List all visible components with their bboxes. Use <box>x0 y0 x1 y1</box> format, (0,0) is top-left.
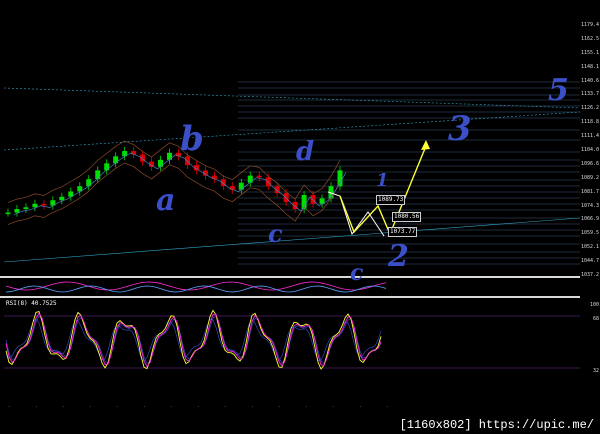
time-axis-tick: · <box>359 404 362 409</box>
time-axis-tick: · <box>224 404 227 409</box>
price-axis: 1179.4 1162.5 1155.1 1148.1 1140.6 1133.7 1126… <box>580 20 600 404</box>
price-axis-tick: 1140.6 <box>580 77 599 84</box>
strip-indicator-line <box>5 285 387 293</box>
time-axis-tick: · <box>332 404 335 409</box>
time-axis-tick: · <box>62 404 65 409</box>
price-box-1089: 1089.73 <box>376 195 406 205</box>
candle-body <box>238 182 244 190</box>
time-axis-tick: · <box>116 404 119 409</box>
candle-body <box>158 159 164 167</box>
lower-trend-line <box>3 217 581 263</box>
price-axis-tick: 1059.5 <box>580 230 599 237</box>
rsi-title: RSI(8) 40.7525 <box>6 300 57 307</box>
price-axis-tick: 1162.5 <box>580 35 599 42</box>
candle-body <box>23 207 29 210</box>
price-axis-tick: 1044.7 <box>580 258 599 265</box>
time-axis-tick: · <box>89 404 92 409</box>
image-host-footer[interactable]: [1160x802] https://upic.me/ <box>395 416 598 434</box>
candle-body <box>265 177 271 187</box>
price-axis-tick: 1155.1 <box>580 49 599 56</box>
time-axis: · · · · · · · · · · · · · · · <box>4 404 580 414</box>
time-axis-tick: · <box>35 404 38 409</box>
time-axis-tick: · <box>8 404 11 409</box>
candle-body <box>113 156 119 164</box>
time-axis-tick: · <box>305 404 308 409</box>
price-axis-tick: 1037.2 <box>580 272 599 278</box>
price-axis-tick: 1179.4 <box>580 22 599 28</box>
candle-body <box>86 179 92 187</box>
candle-body <box>310 194 316 204</box>
time-axis-tick: · <box>251 404 254 409</box>
time-axis-tick: · <box>386 404 389 409</box>
time-axis-tick: · <box>143 404 146 409</box>
candle-body <box>104 163 110 171</box>
price-chart-svg: ba d c 1 2 3 5 c <box>3 73 581 370</box>
rsi-band-lower <box>5 318 382 362</box>
channel-trend-line <box>3 111 581 151</box>
time-axis-tick: · <box>197 404 200 409</box>
price-axis-tick: 1118.8 <box>580 119 599 126</box>
wave-label: a <box>156 183 175 218</box>
upper-trend-line <box>3 87 581 109</box>
projection-arrow-head <box>421 140 430 150</box>
wave-label: 5 <box>548 73 569 108</box>
wave-label: 3 <box>448 109 472 149</box>
rsi-axis-tick: 68 <box>592 316 599 322</box>
price-axis-tick: 1148.1 <box>580 63 599 70</box>
price-box-1080: 1080.56 <box>392 212 422 222</box>
price-axis-tick: 1074.3 <box>580 202 599 209</box>
candle-body <box>32 203 38 208</box>
price-axis-tick: 1089.2 <box>580 174 599 181</box>
chart-window: ba d c 1 2 3 5 c 1179.4 1162.5 1155.1 1148.1 1140.6… <box>0 0 600 434</box>
price-axis-tick: 1104.0 <box>580 147 599 153</box>
wave-label: 1 <box>376 170 389 191</box>
candle-body <box>247 175 253 183</box>
price-axis-tick: 1126.2 <box>580 105 599 112</box>
wave-label: c <box>268 219 283 248</box>
candle-body <box>256 175 262 178</box>
price-axis-tick: 1133.7 <box>580 91 599 98</box>
wave-label: 2 <box>387 239 409 274</box>
rsi-axis-tick: 32 <box>592 368 599 374</box>
rsi-signal-line <box>5 309 382 370</box>
candle-body <box>41 203 47 206</box>
candle-body <box>14 209 20 213</box>
wave-label: c <box>350 260 364 286</box>
price-axis-tick: 1052.1 <box>580 244 599 251</box>
time-axis-tick: · <box>278 404 281 409</box>
time-axis-tick: · <box>170 404 173 409</box>
candle-body <box>5 212 11 215</box>
price-axis-tick: 1111.4 <box>580 133 599 140</box>
price-axis-tick: 1081.7 <box>580 188 599 195</box>
price-axis-tick: 1096.6 <box>580 160 599 167</box>
price-axis-tick: 1066.9 <box>580 216 599 223</box>
wave-label: b <box>180 119 204 159</box>
candle-body <box>167 152 173 160</box>
price-box-1073: 1073.77 <box>388 227 418 237</box>
wave-label: d <box>296 137 314 167</box>
rsi-axis-tick: 100 <box>589 302 599 308</box>
candle-body <box>337 170 343 187</box>
candle-body <box>59 196 65 201</box>
strip-indicator-line <box>5 281 387 291</box>
